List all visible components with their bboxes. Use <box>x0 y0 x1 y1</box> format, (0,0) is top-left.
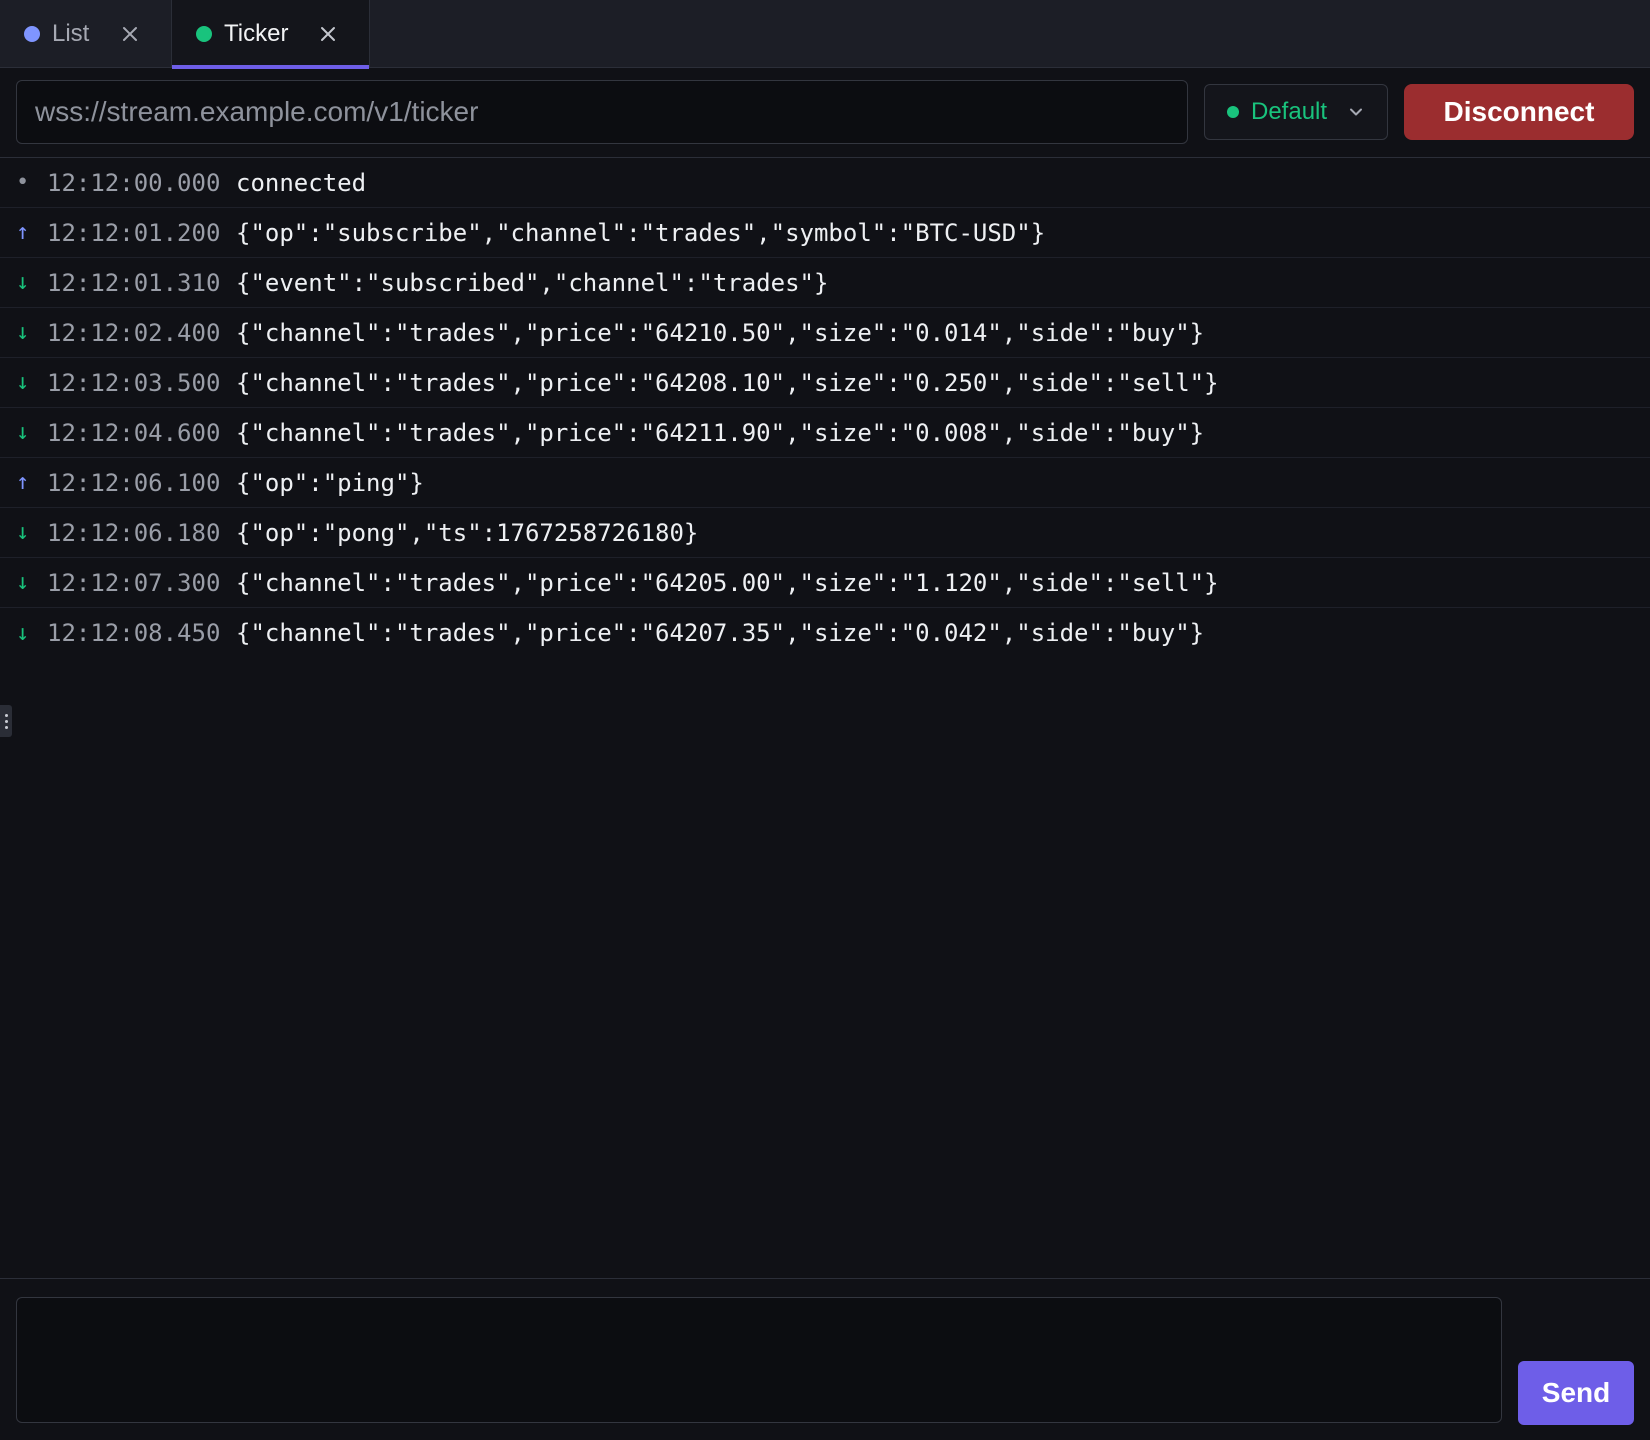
log-timestamp: 12:12:06.100 <box>47 468 221 497</box>
log-timestamp: 12:12:04.600 <box>47 418 221 447</box>
arrow-up-icon: ↑ <box>16 470 30 495</box>
status-dot-icon <box>24 26 40 42</box>
log-message: {"channel":"trades","price":"64211.90","… <box>236 418 1205 447</box>
log-row[interactable]: ↓ 12:12:07.300 {"channel":"trades","price"… <box>0 558 1650 608</box>
log-message: {"channel":"trades","price":"64205.00","… <box>236 568 1219 597</box>
send-button[interactable]: Send <box>1518 1361 1634 1425</box>
log-timestamp: 12:12:02.400 <box>47 318 221 347</box>
message-log: • 12:12:00.000 connected ↑ 12:12:01.200 {"op"… <box>0 158 1650 658</box>
arrow-down-icon: ↓ <box>16 420 30 445</box>
log-row[interactable]: ↓ 12:12:01.310 {"event":"subscribed","chan… <box>0 258 1650 308</box>
log-message: {"op":"ping"} <box>236 468 424 497</box>
composer: Send <box>0 1278 1650 1440</box>
log-timestamp: 12:12:08.450 <box>47 619 221 647</box>
close-icon[interactable] <box>314 20 342 48</box>
log-timestamp: 12:12:00.000 <box>47 168 221 197</box>
url-input[interactable] <box>16 80 1188 144</box>
log-row[interactable]: • 12:12:00.000 connected <box>0 158 1650 208</box>
connection-toolbar: Default Disconnect <box>0 68 1650 158</box>
log-timestamp: 12:12:06.180 <box>47 518 221 547</box>
log-message: connected <box>236 168 367 197</box>
resize-handle[interactable] <box>0 705 12 737</box>
arrow-down-icon: ↓ <box>16 370 30 395</box>
tab-label: List <box>52 20 90 47</box>
chevron-down-icon <box>1347 103 1365 126</box>
log-row[interactable]: ↑ 12:12:01.200 {"op":"subscribe","channel"… <box>0 208 1650 258</box>
arrow-down-icon: ↓ <box>16 320 30 345</box>
disconnect-button[interactable]: Disconnect <box>1404 84 1634 140</box>
arrow-down-icon: ↓ <box>16 570 30 595</box>
log-timestamp: 12:12:01.310 <box>47 268 221 297</box>
arrow-down-icon: ↓ <box>16 620 30 646</box>
tab-ticker[interactable]: Ticker <box>172 0 370 69</box>
log-message: {"channel":"trades","price":"64207.35","… <box>236 619 1205 647</box>
log-message: {"channel":"trades","price":"64210.50","… <box>236 318 1205 347</box>
arrow-down-icon: ↓ <box>16 520 30 545</box>
log-row[interactable]: ↓ 12:12:02.400 {"channel":"trades","price"… <box>0 308 1650 358</box>
log-message: {"op":"pong","ts":1767258726180} <box>236 518 699 547</box>
log-row[interactable]: ↓ 12:12:03.500 {"channel":"trades","price"… <box>0 358 1650 408</box>
log-timestamp: 12:12:01.200 <box>47 218 221 247</box>
log-timestamp: 12:12:07.300 <box>47 568 221 597</box>
log-message: {"channel":"trades","price":"64208.10","… <box>236 368 1219 397</box>
log-row[interactable]: ↓ 12:12:08.450 {"channel":"trades","price"… <box>0 608 1650 658</box>
log-row[interactable]: ↓ 12:12:04.600 {"channel":"trades","price"… <box>0 408 1650 458</box>
tab-label: Ticker <box>224 20 289 47</box>
arrow-down-icon: ↓ <box>16 270 30 295</box>
environment-select[interactable]: Default <box>1204 84 1388 140</box>
log-message: {"op":"subscribe","channel":"trades","sy… <box>236 218 1046 247</box>
log-timestamp: 12:12:03.500 <box>47 368 221 397</box>
environment-label: Default <box>1251 98 1328 125</box>
status-dot-icon <box>196 26 212 42</box>
bullet-icon: • <box>16 170 30 195</box>
close-icon[interactable] <box>116 20 144 48</box>
status-dot-icon <box>1227 106 1239 118</box>
message-input[interactable] <box>16 1297 1502 1423</box>
arrow-up-icon: ↑ <box>16 220 30 245</box>
log-message: {"event":"subscribed","channel":"trades"… <box>236 268 829 297</box>
tab-list[interactable]: List <box>0 0 172 68</box>
tab-bar: List Ticker <box>0 0 1650 69</box>
log-row[interactable]: ↓ 12:12:06.180 {"op":"pong","ts":176725872… <box>0 508 1650 558</box>
log-row[interactable]: ↑ 12:12:06.100 {"op":"ping"} <box>0 458 1650 508</box>
